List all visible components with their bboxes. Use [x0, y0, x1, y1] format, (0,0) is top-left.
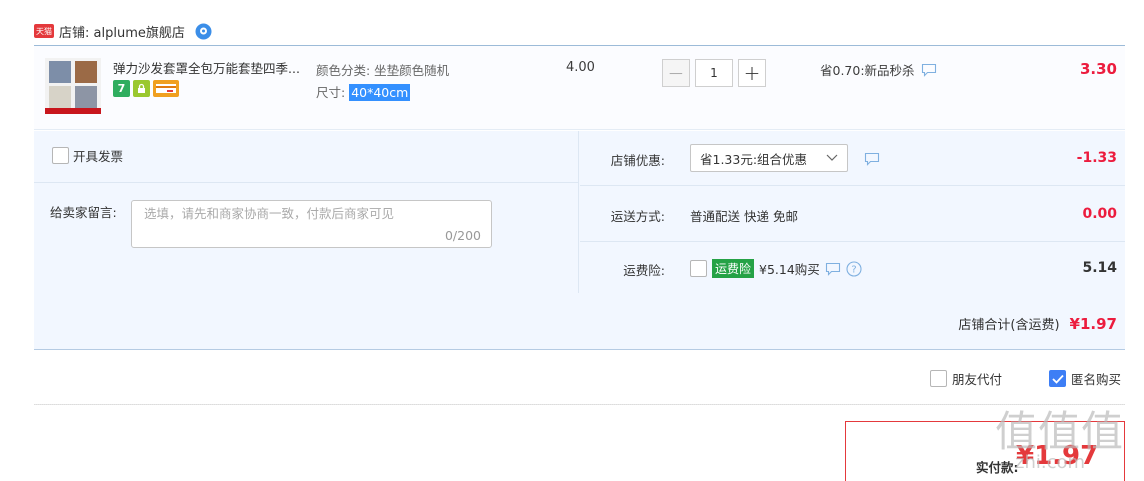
quantity-stepper: − + — [662, 59, 766, 87]
sku-color: 颜色分类: 坐垫颜色随机 — [316, 63, 450, 78]
shop-header: 天猫 店铺: alplume旗舰店 — [34, 18, 212, 44]
shipping-method: 普通配送 快递 免邮 — [690, 209, 798, 224]
coupon-selected: 省1.33元:组合优惠 — [700, 151, 808, 167]
promo-text: 省0.70:新品秒杀 — [820, 63, 915, 78]
wangwang-chat-icon[interactable] — [195, 23, 212, 40]
sku-size: 尺寸: 40*40cm — [316, 82, 411, 101]
left-column: 开具发票 给卖家留言: 0/200 — [34, 131, 579, 293]
shipping-value: 0.00 — [1082, 206, 1117, 222]
message-count: 0/200 — [444, 228, 481, 243]
message-box[interactable]: 0/200 — [131, 200, 492, 248]
shop-total: 店铺合计(含运费) ¥1.97 — [958, 314, 1117, 333]
shop-total-label: 店铺合计(含运费) — [958, 318, 1060, 333]
comment-icon[interactable] — [825, 262, 841, 276]
coupon-label: 店铺优惠: — [610, 153, 665, 168]
seven-day-return-icon: 7 — [113, 80, 130, 97]
item-subtotal: 3.30 — [1079, 60, 1117, 78]
insurance-option[interactable]: 运费险 ¥5.14购买 ? — [690, 259, 862, 278]
friend-pay-checkbox[interactable] — [930, 370, 947, 387]
chevron-down-icon — [826, 154, 838, 161]
insurance-badge: 运费险 — [712, 259, 755, 278]
message-label: 给卖家留言: — [50, 205, 117, 220]
pay-label: 实付款: — [976, 460, 1019, 475]
svg-text:?: ? — [851, 264, 856, 275]
help-icon[interactable]: ? — [846, 260, 862, 277]
tmall-icon: 天猫 — [34, 24, 54, 38]
invoice-option[interactable]: 开具发票 — [52, 146, 123, 165]
anonymous-label: 匿名购买 — [1071, 372, 1122, 387]
sku-size-label: 尺寸: — [316, 85, 350, 100]
friend-pay-option[interactable]: 朋友代付 — [930, 369, 1002, 388]
item-title[interactable]: 弹力沙发套罩全包万能套垫四季... — [113, 58, 313, 77]
comment-icon[interactable] — [864, 152, 880, 166]
coupon-select[interactable]: 省1.33元:组合优惠 — [690, 144, 848, 172]
order-item-row: 弹力沙发套罩全包万能套垫四季... 7 颜色分类: 坐垫颜色随机 尺寸: 40*… — [34, 46, 1125, 130]
shop-name[interactable]: 店铺: alplume旗舰店 — [59, 22, 185, 41]
insurance-value: 5.14 — [1082, 260, 1117, 276]
coupon-row: 店铺优惠: 省1.33元:组合优惠 -1.33 — [580, 131, 1125, 186]
qty-increase-button[interactable]: + — [738, 59, 766, 87]
options-divider — [34, 404, 1125, 405]
message-input[interactable] — [144, 206, 479, 221]
watermark: 值值值 — [995, 407, 1125, 456]
coupon-value: -1.33 — [1076, 150, 1117, 166]
qty-input[interactable] — [695, 59, 733, 87]
invoice-checkbox[interactable] — [52, 147, 69, 164]
shipping-label: 运送方式: — [610, 209, 665, 224]
qty-decrease-button[interactable]: − — [662, 59, 690, 87]
anonymous-option[interactable]: 匿名购买 — [1049, 369, 1121, 388]
comment-icon[interactable] — [921, 63, 937, 77]
watermark-sub: zhi.com — [1015, 452, 1086, 473]
insurance-checkbox[interactable] — [690, 260, 707, 277]
checkmark-icon — [1051, 374, 1064, 384]
credit-card-icon — [153, 80, 179, 97]
item-thumbnail[interactable] — [45, 58, 101, 114]
shop-total-value: ¥1.97 — [1069, 315, 1117, 333]
friend-pay-label: 朋友代付 — [952, 372, 1003, 387]
item-badges: 7 — [113, 80, 179, 97]
invoice-label: 开具发票 — [73, 149, 124, 164]
sku-size-value: 40*40cm — [349, 84, 411, 101]
insurance-row: 运费险: 运费险 ¥5.14购买 ? 5.14 — [580, 243, 1125, 293]
shipping-row: 运送方式: 普通配送 快递 免邮 0.00 — [580, 187, 1125, 242]
item-promo: 省0.70:新品秒杀 — [820, 60, 937, 79]
insurance-price: ¥5.14购买 — [759, 262, 820, 277]
insurance-label: 运费险: — [623, 263, 665, 278]
left-divider — [34, 182, 579, 183]
unit-price: 4.00 — [566, 60, 595, 75]
anonymous-checkbox[interactable] — [1049, 370, 1066, 387]
guarantee-icon — [133, 80, 150, 97]
order-summary-block: 开具发票 给卖家留言: 0/200 店铺优惠: 省1.33元:组合优惠 -1.3… — [34, 131, 1125, 350]
